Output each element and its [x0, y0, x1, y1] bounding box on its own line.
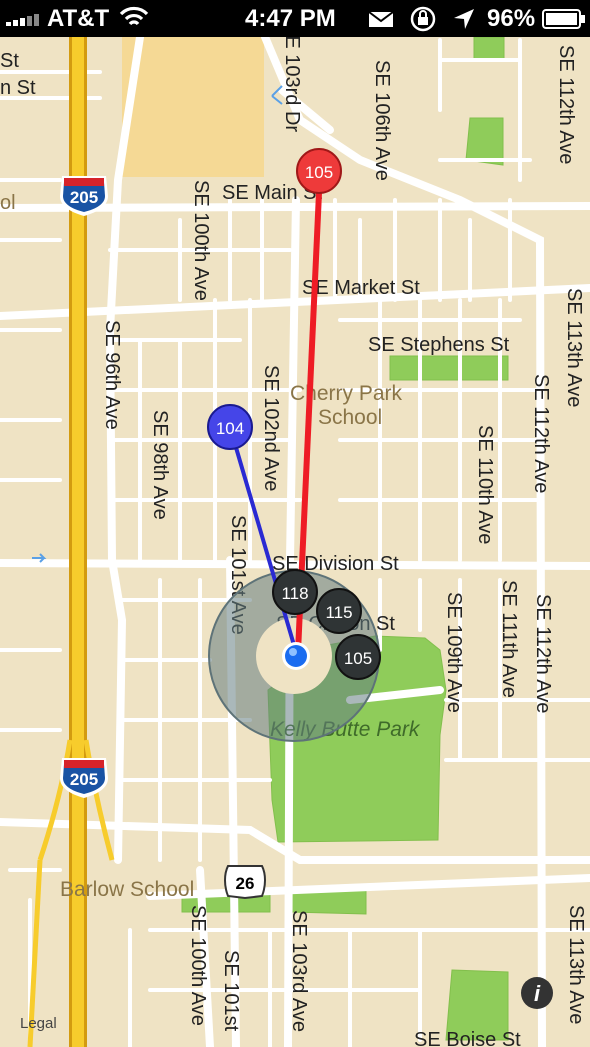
street-label: SE Boise St	[414, 1029, 521, 1047]
street-label: SE 112th Ave	[555, 45, 577, 164]
street-label: n St	[0, 77, 36, 99]
info-icon: i	[534, 981, 541, 1006]
marker-dark-105[interactable]: 105	[335, 634, 381, 680]
shield-label: 26	[236, 874, 255, 893]
street-label: SE Market St	[302, 277, 420, 299]
info-button[interactable]: i	[521, 977, 553, 1009]
marker-red-105[interactable]: 105	[296, 148, 342, 194]
street-label: SE 100th Ave	[187, 905, 209, 1026]
current-location-dot	[282, 642, 310, 670]
legal-link[interactable]: Legal	[20, 1015, 57, 1032]
street-label: SE 109th Ave	[443, 592, 465, 713]
marker-label: 104	[216, 419, 244, 438]
marker-dark-115[interactable]: 115	[316, 588, 362, 634]
mail-icon	[368, 11, 394, 27]
marker-label: 118	[281, 584, 308, 603]
street-label: SE 103rd Dr	[281, 37, 303, 132]
location-arrow-icon	[454, 9, 474, 29]
street-label: SE 112th Ave	[530, 374, 552, 493]
status-bar: AT&T 4:47 PM 96%	[0, 0, 590, 37]
street-label: SE 113th Ave	[563, 288, 585, 407]
carrier-label: AT&T	[47, 5, 110, 32]
street-label: SE 112th Ave	[532, 594, 554, 713]
wifi-icon	[119, 6, 149, 26]
poi-label: ol	[0, 192, 16, 214]
street-label: SE 96th Ave	[101, 320, 123, 430]
clock: 4:47 PM	[245, 5, 336, 32]
marker-blue-104[interactable]: 104	[207, 404, 253, 450]
shield-label: 205	[70, 770, 98, 789]
shield-label: 205	[70, 188, 98, 207]
map-view[interactable]: 205 205 26 St n St ol SE Main St SE Mark…	[0, 37, 590, 1047]
street-label: SE 98th Ave	[149, 410, 171, 520]
rotation-lock-icon	[410, 6, 436, 32]
street-label: SE 102nd Ave	[260, 365, 282, 491]
battery-icon	[542, 9, 585, 29]
street-label: SE 113th Ave	[565, 905, 587, 1024]
poi-label: Barlow School	[60, 878, 194, 901]
street-label: SE Stephens St	[368, 334, 510, 356]
street-label: SE 103rd Ave	[288, 910, 310, 1032]
battery-percent: 96%	[487, 5, 536, 32]
marker-dark-118[interactable]: 118	[272, 569, 318, 615]
signal-icon	[6, 14, 39, 26]
marker-label: 105	[344, 649, 372, 668]
street-label: SE 101st	[220, 950, 242, 1032]
street-label: SE 106th Ave	[371, 60, 393, 181]
us-route-shield: 26	[224, 865, 266, 900]
street-label: St	[0, 50, 19, 72]
marker-label: 105	[305, 163, 333, 182]
land-parcel	[122, 37, 264, 177]
street-label: SE 100th Ave	[190, 180, 212, 301]
map-canvas[interactable]: 205 205 26 St n St ol SE Main St SE Mark…	[0, 37, 590, 1047]
marker-label: 115	[325, 603, 352, 622]
street-label: SE 110th Ave	[474, 425, 496, 544]
poi-label: School	[318, 406, 382, 429]
street-label: SE 111th Ave	[498, 580, 520, 698]
